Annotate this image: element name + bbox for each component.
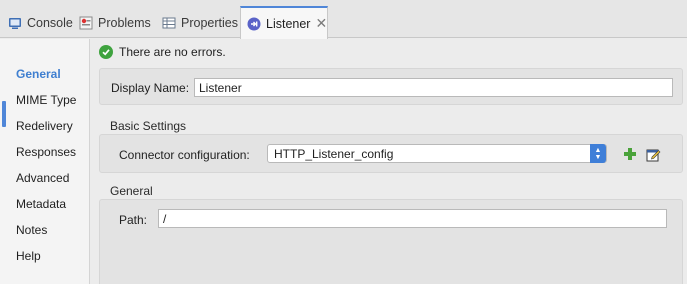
nav-item-help[interactable]: Help: [16, 249, 41, 263]
tab-console-label: Console: [27, 16, 73, 30]
path-label: Path:: [119, 213, 148, 227]
display-name-panel: Display Name:: [99, 68, 683, 105]
nav-item-responses[interactable]: Responses: [16, 145, 76, 159]
problems-icon: [79, 16, 93, 30]
active-nav-marker: [2, 101, 6, 127]
nav-item-advanced[interactable]: Advanced: [16, 171, 69, 185]
status-message: There are no errors.: [119, 45, 226, 59]
basic-settings-panel: Connector configuration: HTTP_Listener_c…: [99, 134, 683, 173]
chevron-up-down-icon: ▲ ▼: [590, 144, 606, 163]
tab-listener[interactable]: Listener ✕: [240, 6, 328, 39]
validation-status: There are no errors.: [99, 45, 226, 59]
tab-problems-label: Problems: [98, 16, 151, 30]
general-title: General: [110, 184, 153, 198]
properties-content: There are no errors. Display Name: Basic…: [91, 39, 687, 284]
nav-item-general[interactable]: General: [16, 67, 61, 81]
view-tab-bar: Console Problems Properties Listener ✕: [0, 0, 687, 39]
nav-item-notes[interactable]: Notes: [16, 223, 47, 237]
add-icon[interactable]: [622, 146, 638, 162]
connector-configuration-value: HTTP_Listener_config: [274, 146, 394, 161]
properties-icon: [162, 16, 176, 30]
path-input[interactable]: [158, 209, 667, 228]
connector-configuration-select[interactable]: HTTP_Listener_config ▲ ▼: [267, 144, 607, 163]
properties-nav: General MIME Type Redelivery Responses A…: [0, 39, 90, 284]
tab-listener-label: Listener: [266, 16, 311, 31]
nav-item-metadata[interactable]: Metadata: [16, 197, 66, 211]
close-icon[interactable]: ✕: [315, 15, 327, 32]
connector-configuration-label: Connector configuration:: [119, 148, 250, 162]
console-icon: [8, 16, 22, 30]
display-name-input[interactable]: [194, 78, 673, 97]
general-panel: Path:: [99, 199, 683, 284]
nav-item-mime-type[interactable]: MIME Type: [16, 93, 76, 107]
nav-item-redelivery[interactable]: Redelivery: [16, 119, 73, 133]
listener-icon: [247, 17, 261, 31]
basic-settings-title: Basic Settings: [110, 119, 187, 133]
tab-properties[interactable]: Properties: [156, 8, 238, 38]
edit-icon[interactable]: [645, 146, 661, 162]
tab-properties-label: Properties: [181, 16, 238, 30]
tab-problems[interactable]: Problems: [73, 8, 151, 38]
check-circle-icon: [99, 45, 113, 59]
display-name-label: Display Name:: [111, 81, 190, 95]
tab-console[interactable]: Console: [2, 8, 73, 38]
